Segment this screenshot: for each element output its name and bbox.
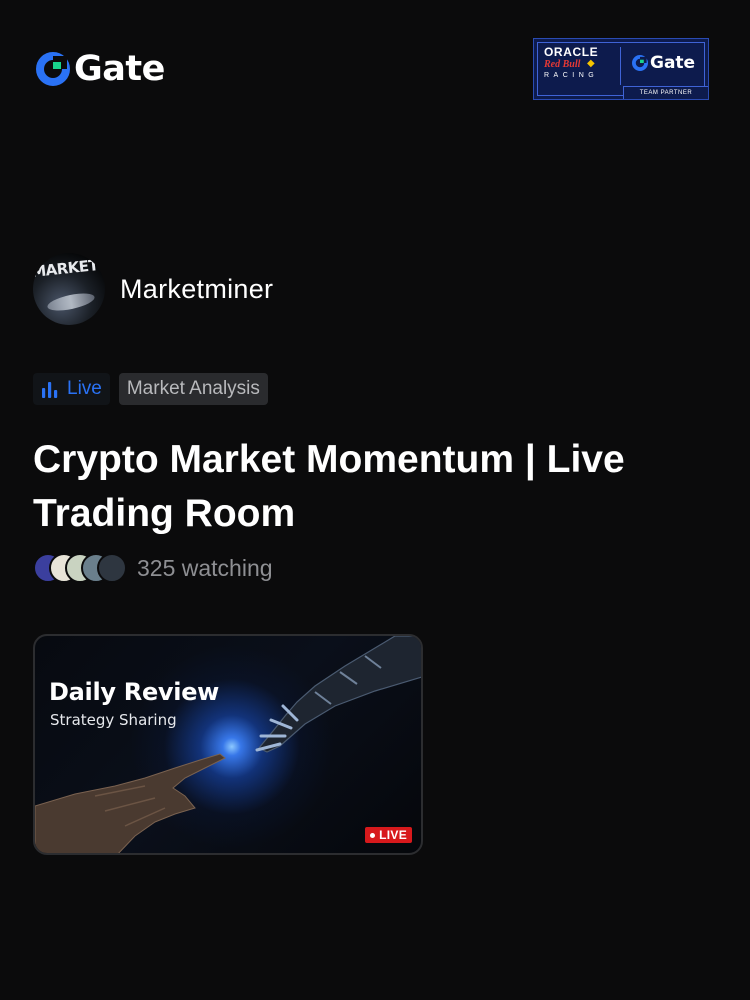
live-dot-icon <box>370 832 376 838</box>
live-tag-label: Live <box>67 378 102 399</box>
live-badge: LIVE <box>365 827 412 843</box>
partner-gate-logo: Gate <box>632 53 695 73</box>
bull-icon: ◆ <box>587 58 595 69</box>
robot-human-hand-artwork <box>35 636 421 853</box>
card-subtitle: Strategy Sharing <box>50 711 177 729</box>
avatar-graphic <box>46 290 96 314</box>
stream-tags: Live Market Analysis <box>33 373 268 405</box>
gate-logo[interactable]: Gate <box>36 50 165 88</box>
team-partner-badge[interactable]: ORACLE Red Bull ◆ RACING Gate TEAM PARTN… <box>533 38 709 100</box>
category-tag[interactable]: Market Analysis <box>118 373 268 405</box>
bar-chart-icon <box>42 381 58 398</box>
viewer-avatar <box>97 553 127 583</box>
live-badge-label: LIVE <box>379 828 407 842</box>
live-tag: Live <box>33 373 110 405</box>
logo-text: Gate <box>74 49 165 89</box>
gate-logo-icon <box>632 55 648 71</box>
partner-tag: TEAM PARTNER <box>623 86 708 99</box>
avatar-lettering: MARKET ANAL <box>33 253 105 281</box>
streamer-info[interactable]: MARKET ANAL Marketminer <box>33 253 273 325</box>
gate-logo-icon <box>36 52 70 86</box>
viewer-avatars <box>33 553 127 583</box>
viewers-count: 325 watching <box>137 554 273 581</box>
partner-brand-racing: RACING <box>544 72 599 79</box>
viewers-row: 325 watching <box>33 553 273 583</box>
partner-gate-text: Gate <box>650 53 696 73</box>
stream-preview-card[interactable]: Daily Review Strategy Sharing LIVE <box>33 634 423 855</box>
streamer-name[interactable]: Marketminer <box>120 274 273 305</box>
partner-divider <box>620 47 621 85</box>
stream-title: Crypto Market Momentum | Live Trading Ro… <box>33 438 625 535</box>
card-title: Daily Review <box>49 678 220 706</box>
partner-brand-redbull: Red Bull <box>544 59 581 70</box>
partner-brand-oracle: ORACLE <box>544 45 599 59</box>
streamer-avatar[interactable]: MARKET ANAL <box>33 253 105 325</box>
